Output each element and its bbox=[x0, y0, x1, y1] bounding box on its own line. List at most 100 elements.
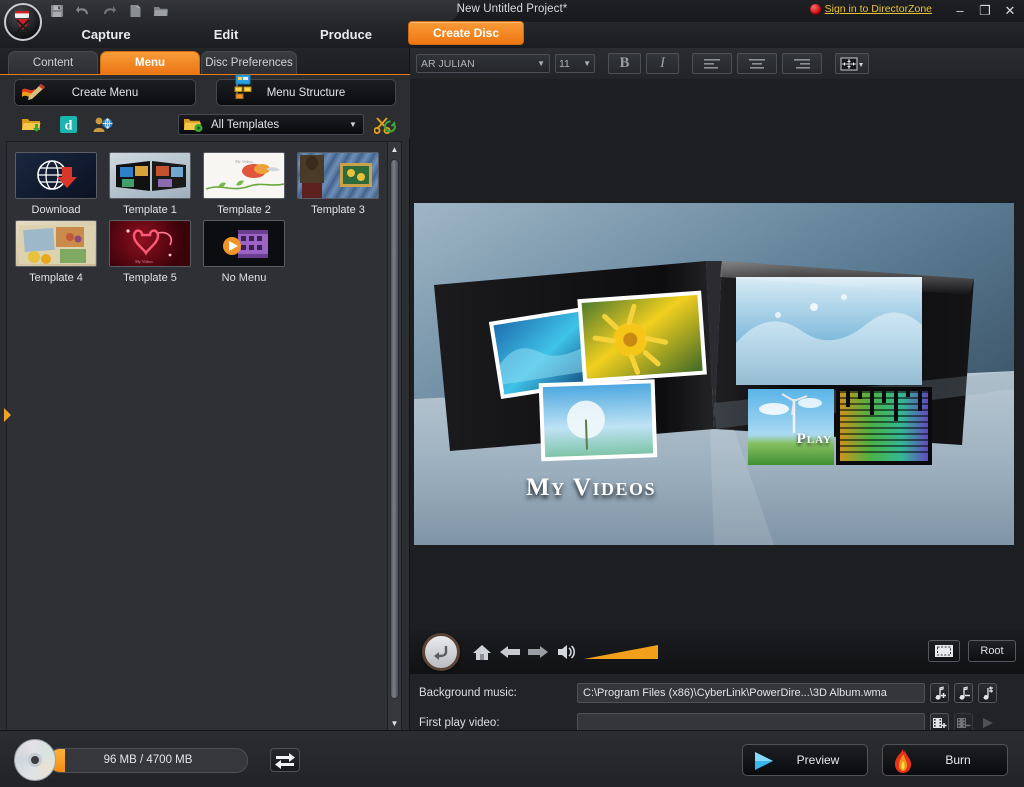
minimize-button[interactable]: – bbox=[952, 2, 968, 20]
menu-structure-button[interactable]: Menu Structure bbox=[216, 74, 396, 106]
add-music-icon[interactable] bbox=[930, 683, 949, 703]
directorzone-d-icon[interactable]: d bbox=[55, 114, 81, 135]
left-panel: Content Menu Preferences Disc Preference… bbox=[0, 48, 410, 771]
background-music-row: Background music: C:\Program Files (x86)… bbox=[410, 682, 1024, 704]
disc-capacity-widget: 96 MB / 4700 MB bbox=[14, 739, 248, 781]
template-item-5[interactable]: My Videos Template 5 bbox=[107, 220, 193, 284]
template-label: Template 2 bbox=[217, 204, 271, 216]
template-item-4[interactable]: Template 4 bbox=[13, 220, 99, 284]
text-grid-icon[interactable] bbox=[835, 53, 869, 74]
disc-capacity-text: 96 MB / 4700 MB bbox=[103, 754, 193, 766]
close-button[interactable]: ✕ bbox=[1002, 2, 1018, 20]
panel-collapse-handle[interactable] bbox=[4, 408, 12, 422]
template-filter-select[interactable]: All Templates ▼ bbox=[178, 114, 364, 135]
template-item-1[interactable]: Template 1 bbox=[107, 152, 193, 216]
swap-arrows-icon[interactable] bbox=[270, 748, 300, 772]
pencil-flag-icon bbox=[19, 81, 49, 105]
music-settings-icon[interactable] bbox=[978, 683, 997, 703]
menu-preview-image[interactable]: Play My Videos bbox=[414, 203, 1014, 545]
scrollbar-thumb[interactable] bbox=[390, 159, 399, 699]
directorzone-status-icon bbox=[809, 3, 821, 15]
menu-preview-stage: Play My Videos bbox=[410, 79, 1024, 630]
title-bar: New Untitled Project* Sign in to Directo… bbox=[0, 0, 1024, 22]
tab-disc-preferences[interactable]: Disc Preferences bbox=[201, 51, 297, 75]
preview-button[interactable]: Preview bbox=[742, 744, 868, 776]
menu-settings-form: Background music: C:\Program Files (x86)… bbox=[410, 674, 1024, 763]
font-family-select[interactable]: AR JULIAN ▼ bbox=[416, 54, 550, 73]
create-menu-label: Create Menu bbox=[71, 86, 139, 99]
nav-capture[interactable]: Capture bbox=[60, 24, 152, 46]
chevron-down-icon: ▼ bbox=[583, 59, 591, 68]
burn-button-label: Burn bbox=[945, 753, 971, 767]
menu-artwork bbox=[414, 203, 1014, 545]
window-controls: – ❐ ✕ bbox=[952, 2, 1018, 20]
align-right-icon[interactable] bbox=[782, 53, 822, 74]
home-icon[interactable] bbox=[468, 638, 496, 666]
preview-play-button[interactable]: Play bbox=[797, 431, 832, 448]
font-size-select[interactable]: 11 ▼ bbox=[555, 54, 595, 73]
scroll-up-button[interactable]: ▲ bbox=[388, 142, 401, 156]
template-label: Template 5 bbox=[123, 272, 177, 284]
menu-action-buttons: Create Menu Menu Structure bbox=[0, 74, 410, 111]
left-arrow-icon[interactable] bbox=[496, 638, 524, 666]
create-menu-button[interactable]: Create Menu bbox=[14, 79, 196, 106]
template-label: Template 3 bbox=[311, 204, 365, 216]
tv-safe-zone-icon[interactable] bbox=[928, 640, 960, 662]
return-arrow-icon[interactable] bbox=[422, 633, 460, 671]
bold-button[interactable]: B bbox=[608, 53, 641, 74]
import-folder-icon[interactable] bbox=[18, 114, 44, 135]
template-item-download[interactable]: Download bbox=[13, 152, 99, 216]
template-label: Template 1 bbox=[123, 204, 177, 216]
remove-music-icon[interactable] bbox=[954, 683, 973, 703]
align-center-icon[interactable] bbox=[737, 53, 777, 74]
user-globe-icon[interactable] bbox=[90, 114, 116, 135]
nav-produce[interactable]: Produce bbox=[300, 24, 392, 46]
tab-content[interactable]: Content bbox=[8, 51, 98, 75]
volume-slider[interactable] bbox=[584, 644, 659, 660]
template-grid-scrollbar[interactable]: ▲ ▼ bbox=[387, 141, 402, 731]
background-music-input[interactable]: C:\Program Files (x86)\CyberLink\PowerDi… bbox=[577, 683, 925, 703]
disc-capacity-bar[interactable]: 96 MB / 4700 MB bbox=[48, 747, 248, 773]
scroll-down-button[interactable]: ▼ bbox=[388, 716, 401, 730]
directorzone-signin[interactable]: Sign in to DirectorZone bbox=[809, 3, 932, 15]
align-left-icon[interactable] bbox=[692, 53, 732, 74]
folder-gear-icon bbox=[179, 115, 207, 134]
svg-text:d: d bbox=[64, 119, 72, 134]
directorzone-link-label[interactable]: Sign in to DirectorZone bbox=[825, 3, 932, 15]
template-thumbnail bbox=[203, 220, 285, 267]
template-thumbnail: My Videos bbox=[109, 220, 191, 267]
status-bar: 96 MB / 4700 MB Preview Burn bbox=[0, 730, 1024, 787]
preview-button-label: Preview bbox=[796, 753, 840, 767]
template-grid: Download Template 1 My Videos Template 2… bbox=[6, 141, 392, 731]
template-label: Download bbox=[31, 204, 81, 216]
tab-menu-preferences[interactable]: Menu Preferences bbox=[100, 51, 200, 92]
preview-menu-title[interactable]: My Videos bbox=[526, 474, 656, 502]
disc-hole bbox=[28, 753, 42, 767]
template-item-3[interactable]: Template 3 bbox=[295, 152, 381, 216]
app-logo-icon[interactable] bbox=[4, 3, 42, 41]
font-size-value: 11 bbox=[559, 57, 570, 70]
font-family-value: AR JULIAN bbox=[421, 57, 475, 70]
template-thumbnail bbox=[297, 152, 379, 199]
template-item-no-menu[interactable]: No Menu bbox=[201, 220, 287, 284]
preview-control-bar: Root bbox=[410, 630, 1024, 674]
burn-button[interactable]: Burn bbox=[882, 744, 1008, 776]
scissors-refresh-icon[interactable] bbox=[372, 114, 398, 135]
create-disc-button[interactable]: Create Disc bbox=[408, 21, 524, 45]
disc-icon bbox=[14, 739, 56, 781]
right-panel: AR JULIAN ▼ 11 ▼ B I Play My Videos Root… bbox=[410, 48, 1024, 763]
chevron-down-icon[interactable]: ▼ bbox=[343, 120, 363, 129]
template-filter-value: All Templates bbox=[211, 118, 280, 131]
italic-button[interactable]: I bbox=[646, 53, 679, 74]
restore-button[interactable]: ❐ bbox=[977, 2, 993, 20]
speaker-icon[interactable] bbox=[552, 638, 580, 666]
background-music-label: Background music: bbox=[419, 687, 517, 699]
root-button[interactable]: Root bbox=[968, 640, 1016, 662]
template-thumbnail bbox=[15, 152, 97, 199]
nav-edit[interactable]: Edit bbox=[185, 24, 267, 46]
svg-text:My Videos: My Videos bbox=[135, 259, 153, 264]
chevron-down-icon: ▼ bbox=[537, 59, 545, 68]
template-item-2[interactable]: My Videos Template 2 bbox=[201, 152, 287, 216]
scrollbar-track[interactable] bbox=[389, 157, 400, 715]
right-arrow-icon[interactable] bbox=[524, 638, 552, 666]
